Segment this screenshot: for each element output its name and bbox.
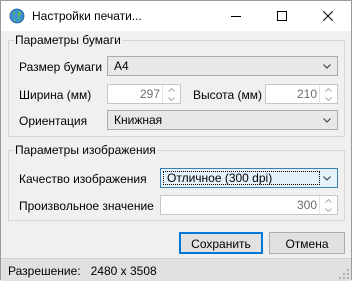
cancel-button[interactable]: Отмена <box>269 232 345 254</box>
chevron-down-icon <box>323 64 331 69</box>
height-spinbox[interactable]: 210 <box>265 84 338 104</box>
image-quality-value: Отличное (300 dpi) <box>167 171 273 185</box>
width-value: 297 <box>139 87 160 101</box>
paper-size-value: A4 <box>114 59 129 73</box>
close-button[interactable] <box>305 1 351 31</box>
print-settings-window: Настройки печати... Параметры бумаги Раз… <box>0 0 352 281</box>
chevron-down-icon <box>168 96 175 101</box>
image-quality-select[interactable]: Отличное (300 dpi) <box>160 168 338 188</box>
image-quality-label: Качество изображения <box>19 172 147 186</box>
custom-spin-arrows <box>319 196 337 214</box>
height-label: Высота (мм) <box>193 88 263 102</box>
height-decrement-button[interactable] <box>320 94 337 103</box>
paper-size-select[interactable]: A4 <box>107 56 338 76</box>
custom-increment-button[interactable] <box>320 196 337 205</box>
custom-value-label: Произвольное значение <box>19 199 154 213</box>
resize-grip-icon[interactable] <box>339 269 349 279</box>
orientation-value: Книжная <box>114 113 163 127</box>
title-bar[interactable]: Настройки печати... <box>1 1 351 31</box>
maximize-icon <box>277 11 287 21</box>
image-settings-legend: Параметры изображения <box>15 143 156 157</box>
minimize-button[interactable] <box>213 1 259 31</box>
custom-value: 300 <box>296 198 317 212</box>
custom-value-spinbox[interactable]: 300 <box>160 195 338 215</box>
chevron-up-icon <box>168 87 175 92</box>
width-label: Ширина (мм) <box>19 88 92 102</box>
status-bar: Разрешение: 2480 x 3508 <box>1 258 351 281</box>
globe-icon <box>9 8 25 24</box>
width-decrement-button[interactable] <box>163 94 180 103</box>
save-button[interactable]: Сохранить <box>179 232 263 254</box>
width-increment-button[interactable] <box>163 85 180 94</box>
chevron-up-icon <box>325 87 332 92</box>
custom-decrement-button[interactable] <box>320 205 337 214</box>
chevron-down-icon <box>323 176 331 181</box>
minimize-icon <box>231 16 241 17</box>
paper-settings-legend: Параметры бумаги <box>15 33 121 47</box>
resolution-status: Разрешение: 2480 x 3508 <box>8 264 157 278</box>
width-spin-arrows <box>162 85 180 103</box>
orientation-label: Ориентация <box>19 114 88 128</box>
chevron-up-icon <box>325 198 332 203</box>
height-spin-arrows <box>319 85 337 103</box>
height-increment-button[interactable] <box>320 85 337 94</box>
orientation-select[interactable]: Книжная <box>107 110 338 130</box>
paper-size-label: Размер бумаги <box>19 60 103 74</box>
chevron-down-icon <box>325 96 332 101</box>
window-title: Настройки печати... <box>32 9 142 23</box>
chevron-down-icon <box>325 207 332 212</box>
chevron-down-icon <box>323 118 331 123</box>
height-value: 210 <box>296 87 317 101</box>
width-spinbox[interactable]: 297 <box>107 84 181 104</box>
close-icon <box>323 11 333 21</box>
maximize-button[interactable] <box>259 1 305 31</box>
